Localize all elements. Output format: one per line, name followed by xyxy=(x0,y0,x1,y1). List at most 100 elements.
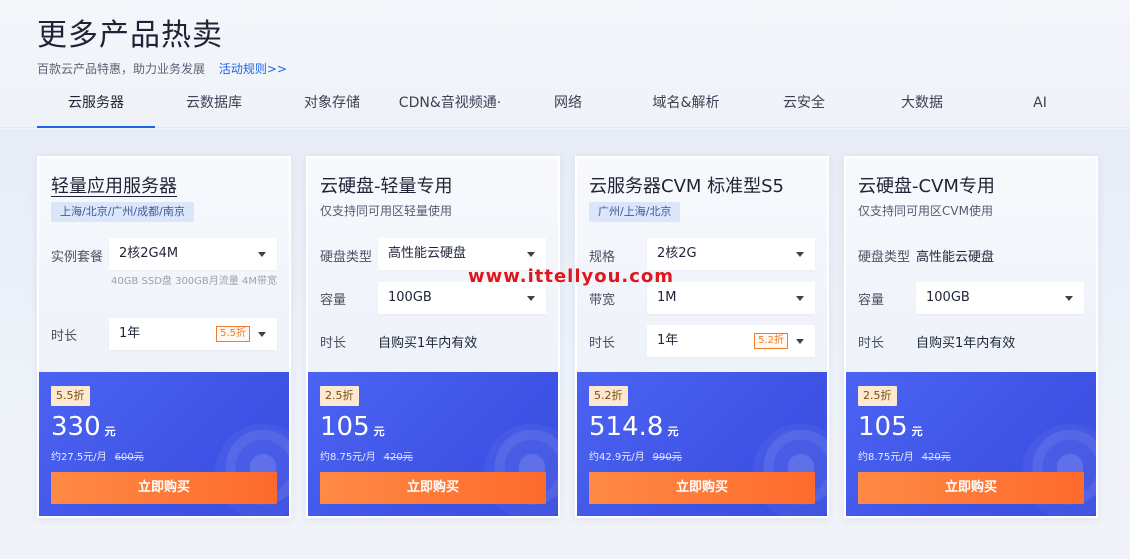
monthly-value: 约27.5元/月 xyxy=(51,452,107,463)
card-title[interactable]: 云硬盘-CVM专用 xyxy=(858,172,995,198)
price: 105 元 xyxy=(320,412,385,442)
card-description: 仅支持同可用区轻量使用 xyxy=(320,204,453,218)
price: 330 元 xyxy=(51,412,116,442)
price: 105 元 xyxy=(858,412,923,442)
chevron-down-icon xyxy=(796,339,804,344)
discount-badge: 5.5折 xyxy=(51,386,90,406)
tab-domain-dns[interactable]: 域名&解析 xyxy=(627,88,745,128)
region-tag: 广州/上海/北京 xyxy=(589,202,681,222)
row-label: 时长 xyxy=(320,336,347,351)
row-label: 硬盘类型 xyxy=(858,250,911,265)
discount-tag: 5.5折 xyxy=(216,326,250,342)
card-config: 轻量应用服务器 上海/北京/广州/成都/南京 实例套餐 2核2G4M 40GB … xyxy=(39,158,289,372)
chevron-down-icon xyxy=(258,252,266,257)
price-unit: 元 xyxy=(667,425,679,438)
product-card-lighthouse: 轻量应用服务器 上海/北京/广州/成都/南京 实例套餐 2核2G4M 40GB … xyxy=(37,156,291,518)
chevron-down-icon xyxy=(1065,296,1073,301)
product-tabs: 云服务器 云数据库 对象存储 CDN&音视频通· 网络 域名&解析 云安全 大数… xyxy=(37,88,1099,128)
page-title: 更多产品热卖 xyxy=(37,18,223,53)
buy-now-button[interactable]: 立即购买 xyxy=(320,472,546,504)
row-label: 带宽 xyxy=(589,293,616,308)
activity-rules-link[interactable]: 活动规则>> xyxy=(219,62,287,76)
product-card-cvm-disk: 云硬盘-CVM专用 仅支持同可用区CVM使用 硬盘类型 高性能云硬盘 容量 10… xyxy=(844,156,1098,518)
original-price: 990元 xyxy=(652,452,682,463)
monthly-price: 约8.75元/月 420元 xyxy=(858,448,951,463)
price-value: 105 xyxy=(858,412,908,442)
monthly-value: 约8.75元/月 xyxy=(320,452,376,463)
tab-big-data[interactable]: 大数据 xyxy=(863,88,981,128)
original-price: 600元 xyxy=(114,452,144,463)
discount-tag: 5.2折 xyxy=(754,333,788,349)
select-value: 1年 xyxy=(657,333,679,348)
instance-package-select[interactable]: 2核2G4M xyxy=(109,238,277,270)
capacity-select[interactable]: 100GB xyxy=(916,282,1084,314)
monthly-value: 约8.75元/月 xyxy=(858,452,914,463)
select-value: 2核2G xyxy=(657,246,697,261)
price-value: 330 xyxy=(51,412,101,442)
subtitle-text: 百款云产品特惠，助力业务发展 xyxy=(37,62,206,76)
discount-badge: 2.5折 xyxy=(320,386,359,406)
monthly-price: 约27.5元/月 600元 xyxy=(51,448,144,463)
discount-badge: 5.2折 xyxy=(589,386,628,406)
monthly-value: 约42.9元/月 xyxy=(589,452,645,463)
chevron-down-icon xyxy=(527,252,535,257)
page-subtitle: 百款云产品特惠，助力业务发展 活动规则>> xyxy=(37,60,287,77)
watermark-text: www.ittellyou.com xyxy=(468,266,675,287)
duration-value: 自购买1年内有效 xyxy=(378,336,478,351)
card-price-panel: 5.2折 514.8 元 约42.9元/月 990元 立即购买 xyxy=(577,372,827,516)
row-label: 硬盘类型 xyxy=(320,250,373,265)
select-value: 2核2G4M xyxy=(119,246,179,261)
card-price-panel: 2.5折 105 元 约8.75元/月 420元 立即购买 xyxy=(308,372,558,516)
chevron-down-icon xyxy=(527,296,535,301)
chevron-down-icon xyxy=(796,252,804,257)
duration-value: 自购买1年内有效 xyxy=(916,336,1016,351)
chevron-down-icon xyxy=(258,332,266,337)
price-unit: 元 xyxy=(104,425,116,438)
tab-cloud-server[interactable]: 云服务器 xyxy=(37,88,155,128)
select-value: 100GB xyxy=(926,290,970,305)
duration-select[interactable]: 1年 5.2折 xyxy=(647,325,815,357)
select-value: 100GB xyxy=(388,290,432,305)
card-title[interactable]: 云服务器CVM 标准型S5 xyxy=(589,172,784,198)
package-hint: 40GB SSD盘 300GB月流量 4M带宽 xyxy=(111,276,277,287)
price-unit: 元 xyxy=(911,425,923,438)
discount-badge: 2.5折 xyxy=(858,386,897,406)
price-unit: 元 xyxy=(373,425,385,438)
row-label: 容量 xyxy=(320,293,347,308)
tab-cdn-video[interactable]: CDN&音视频通· xyxy=(391,88,509,128)
row-label: 时长 xyxy=(589,336,616,351)
select-value: 1M xyxy=(657,290,677,305)
buy-now-button[interactable]: 立即购买 xyxy=(51,472,277,504)
product-card-lighthouse-disk: 云硬盘-轻量专用 仅支持同可用区轻量使用 硬盘类型 高性能云硬盘 容量 100G… xyxy=(306,156,560,518)
tab-cloud-database[interactable]: 云数据库 xyxy=(155,88,273,128)
tab-object-storage[interactable]: 对象存储 xyxy=(273,88,391,128)
tab-network[interactable]: 网络 xyxy=(509,88,627,128)
select-value: 高性能云硬盘 xyxy=(388,246,467,261)
tab-cloud-security[interactable]: 云安全 xyxy=(745,88,863,128)
duration-select[interactable]: 1年 5.5折 xyxy=(109,318,277,350)
row-label: 时长 xyxy=(858,336,885,351)
region-tag: 上海/北京/广州/成都/南京 xyxy=(51,202,194,222)
price-value: 105 xyxy=(320,412,370,442)
row-label: 规格 xyxy=(589,250,616,265)
price-value: 514.8 xyxy=(589,412,664,442)
buy-now-button[interactable]: 立即购买 xyxy=(589,472,815,504)
product-card-cvm-s5: 云服务器CVM 标准型S5 广州/上海/北京 规格 2核2G 带宽 1M 时长 … xyxy=(575,156,829,518)
hero-header: 更多产品热卖 百款云产品特惠，助力业务发展 活动规则>> 云服务器 云数据库 对… xyxy=(0,0,1130,128)
price: 514.8 元 xyxy=(589,412,678,442)
row-label: 容量 xyxy=(858,293,885,308)
card-title[interactable]: 轻量应用服务器 xyxy=(51,172,177,198)
original-price: 420元 xyxy=(921,452,951,463)
buy-now-button[interactable]: 立即购买 xyxy=(858,472,1084,504)
tab-ai[interactable]: AI xyxy=(981,88,1099,128)
row-label: 实例套餐 xyxy=(51,250,104,265)
card-config: 云硬盘-轻量专用 仅支持同可用区轻量使用 硬盘类型 高性能云硬盘 容量 100G… xyxy=(308,158,558,372)
card-price-panel: 2.5折 105 元 约8.75元/月 420元 立即购买 xyxy=(846,372,1096,516)
original-price: 420元 xyxy=(383,452,413,463)
card-title[interactable]: 云硬盘-轻量专用 xyxy=(320,172,453,198)
card-config: 云硬盘-CVM专用 仅支持同可用区CVM使用 硬盘类型 高性能云硬盘 容量 10… xyxy=(846,158,1096,372)
monthly-price: 约8.75元/月 420元 xyxy=(320,448,413,463)
card-price-panel: 5.5折 330 元 约27.5元/月 600元 立即购买 xyxy=(39,372,289,516)
card-description: 仅支持同可用区CVM使用 xyxy=(858,204,993,218)
select-value: 1年 xyxy=(119,326,141,341)
